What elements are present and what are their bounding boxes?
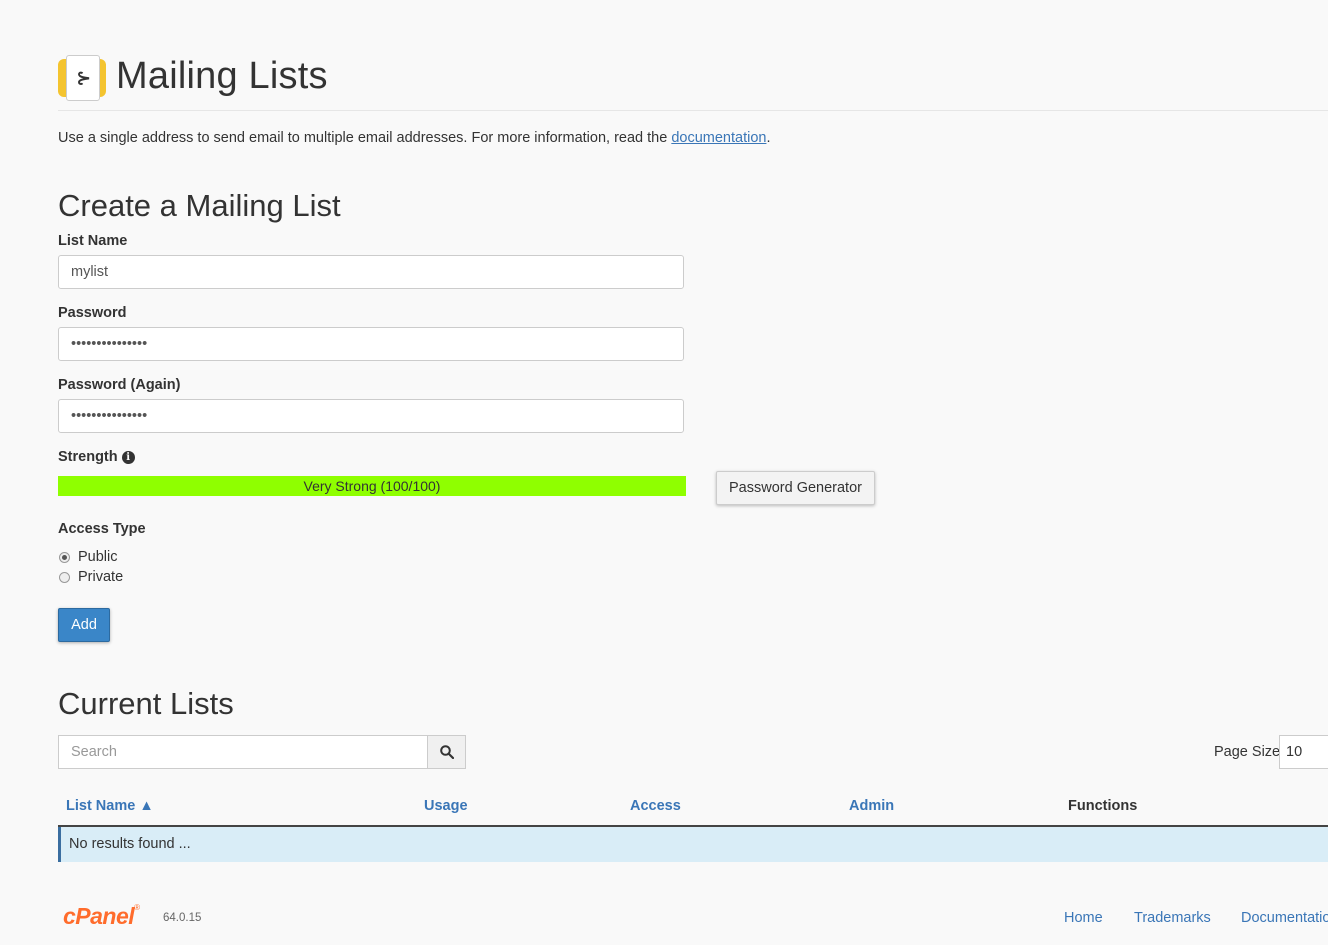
intro-text: Use a single address to send email to mu… — [58, 130, 771, 146]
password-generator-button[interactable]: Password Generator — [716, 471, 875, 505]
access-private-option[interactable]: Private — [58, 569, 123, 585]
footer-link-home[interactable]: Home — [1064, 910, 1103, 926]
current-lists-heading: Current Lists — [58, 686, 234, 721]
access-public-option[interactable]: Public — [58, 549, 118, 565]
column-functions: Functions — [1068, 798, 1138, 814]
search-group — [58, 735, 466, 769]
column-admin[interactable]: Admin — [849, 798, 894, 814]
column-access[interactable]: Access — [630, 798, 681, 814]
page-title: Mailing Lists — [116, 54, 328, 97]
page-header: ⊱ Mailing Lists — [58, 52, 328, 101]
list-name-input[interactable] — [58, 255, 684, 289]
public-radio[interactable] — [59, 551, 70, 563]
version-text: 64.0.15 — [163, 912, 202, 924]
access-type-label: Access Type — [58, 521, 146, 537]
column-usage[interactable]: Usage — [424, 798, 468, 814]
password-strength-meter: Very Strong (100/100) — [58, 476, 686, 496]
password-label: Password — [58, 305, 127, 321]
page-size-label: Page Size — [1214, 744, 1281, 760]
search-icon — [439, 745, 454, 759]
strength-label: Strength i — [58, 449, 135, 465]
search-input[interactable] — [58, 735, 427, 769]
footer-link-documentation[interactable]: Documentation — [1241, 910, 1328, 926]
create-heading: Create a Mailing List — [58, 188, 341, 223]
mailing-list-icon: ⊱ — [58, 53, 106, 101]
info-icon[interactable]: i — [121, 451, 135, 464]
password-input[interactable] — [58, 327, 684, 361]
footer-link-trademarks[interactable]: Trademarks — [1134, 910, 1211, 926]
empty-results-row: No results found ... — [58, 827, 1328, 862]
documentation-link[interactable]: documentation — [671, 130, 766, 146]
empty-results-text: No results found ... — [69, 836, 191, 852]
column-list-name[interactable]: List Name ▲ — [66, 798, 154, 814]
header-divider — [58, 110, 1328, 111]
page-size-select[interactable]: 10 — [1279, 735, 1328, 769]
add-button[interactable]: Add — [58, 608, 110, 642]
cpanel-logo[interactable]: cPanel® — [63, 903, 140, 930]
password-again-input[interactable] — [58, 399, 684, 433]
list-name-label: List Name — [58, 233, 128, 249]
private-radio[interactable] — [59, 571, 70, 583]
strength-text: Very Strong (100/100) — [303, 478, 441, 494]
password-again-label: Password (Again) — [58, 377, 181, 393]
search-button[interactable] — [427, 735, 466, 769]
